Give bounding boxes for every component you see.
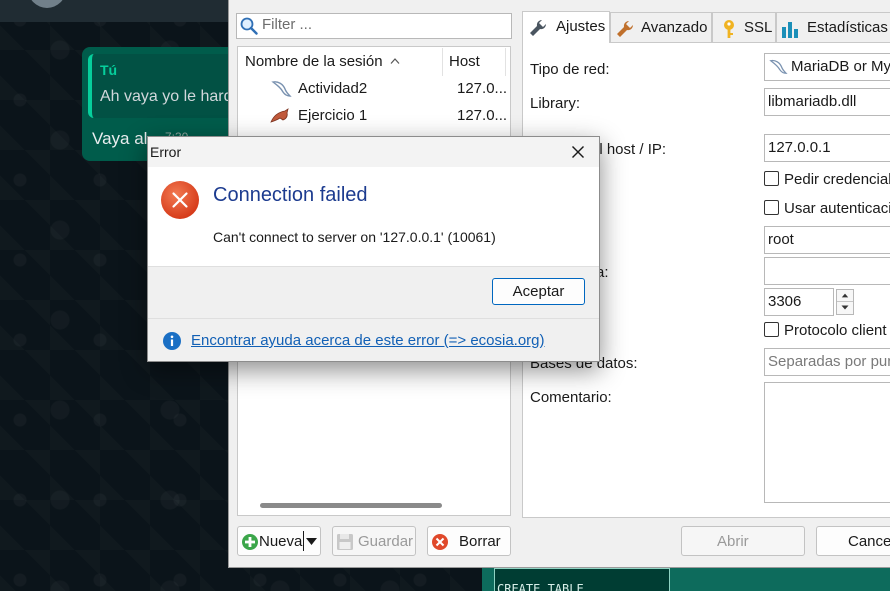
prompt-credentials-checkbox[interactable] bbox=[764, 171, 779, 186]
info-icon bbox=[163, 332, 181, 350]
port-input[interactable]: 3306 bbox=[764, 288, 834, 316]
port-value: 3306 bbox=[768, 293, 802, 310]
new-session-button[interactable]: Nueva bbox=[237, 526, 321, 556]
library-value: libmariadb.dll bbox=[768, 93, 857, 110]
comment-textarea[interactable] bbox=[764, 382, 890, 503]
session-name[interactable]: Ejercicio 1 bbox=[298, 107, 367, 124]
error-message: Can't connect to server on '127.0.0.1' (… bbox=[213, 229, 496, 245]
tab-settings[interactable]: Ajustes bbox=[522, 11, 610, 43]
tab-statistics[interactable]: Estadísticas bbox=[776, 12, 890, 42]
tab-ssl[interactable]: SSL bbox=[712, 12, 776, 42]
chat-message-text: Vaya al bbox=[92, 129, 148, 148]
user-input[interactable]: root bbox=[764, 226, 890, 254]
wrench-icon bbox=[617, 20, 634, 37]
tab-label: Ajustes bbox=[556, 18, 606, 35]
mariadb-dolphin-icon bbox=[271, 81, 292, 97]
dialog-title: Error bbox=[150, 144, 182, 160]
spin-down-icon[interactable] bbox=[837, 302, 853, 314]
spin-up-icon[interactable] bbox=[837, 290, 853, 302]
use-auth-label: Usar autenticacio bbox=[784, 200, 890, 217]
bar-chart-icon bbox=[782, 22, 798, 38]
save-session-label: Guardar bbox=[358, 533, 414, 550]
key-icon bbox=[724, 20, 734, 38]
accept-button[interactable]: Aceptar bbox=[492, 278, 585, 305]
use-auth-checkbox[interactable] bbox=[764, 200, 779, 215]
host-input[interactable]: 127.0.0.1 bbox=[764, 134, 890, 162]
network-type-label: Tipo de red: bbox=[530, 61, 610, 78]
sort-ascending-icon bbox=[390, 58, 400, 64]
search-icon bbox=[240, 17, 258, 35]
tab-advanced[interactable]: Avanzado bbox=[610, 12, 712, 42]
help-link[interactable]: Encontrar ayuda acerca de este error (=>… bbox=[191, 332, 545, 349]
mariadb-dolphin-icon bbox=[769, 59, 788, 74]
password-input[interactable] bbox=[764, 257, 890, 285]
user-value: root bbox=[768, 231, 794, 248]
split-button-divider bbox=[303, 531, 304, 551]
prompt-credentials-label: Pedir credencial bbox=[784, 171, 890, 188]
column-divider[interactable] bbox=[442, 48, 443, 76]
delete-icon bbox=[432, 534, 448, 550]
databases-placeholder: Separadas por pun bbox=[768, 353, 890, 370]
open-session-button[interactable]: Abrir bbox=[681, 526, 805, 556]
session-name[interactable]: Actividad2 bbox=[298, 80, 367, 97]
comment-label: Comentario: bbox=[530, 389, 612, 406]
wrench-icon bbox=[530, 19, 547, 36]
compressed-protocol-checkbox[interactable] bbox=[764, 322, 779, 337]
quoted-message-text: Ah vaya yo le hard bbox=[100, 88, 233, 105]
dialog-titlebar[interactable] bbox=[148, 137, 599, 167]
host-label: el host / IP: bbox=[591, 141, 667, 158]
port-spinner[interactable] bbox=[836, 289, 854, 315]
session-host[interactable]: 127.0... bbox=[457, 107, 507, 124]
add-green-icon bbox=[242, 534, 258, 550]
host-value: 127.0.0.1 bbox=[768, 139, 831, 156]
mysql-dolphin-icon bbox=[270, 108, 289, 123]
session-host[interactable]: 127.0... bbox=[457, 80, 507, 97]
tab-label: SSL bbox=[744, 19, 773, 36]
open-session-label: Abrir bbox=[717, 533, 749, 550]
save-session-button[interactable]: Guardar bbox=[332, 526, 416, 556]
sql-editor-text: CREATE TABLE bbox=[497, 582, 584, 591]
network-type-value: MariaDB or My bbox=[791, 58, 890, 75]
cancel-label: Cancel bbox=[848, 533, 890, 550]
cancel-button[interactable]: Cancel bbox=[816, 526, 890, 556]
error-heading: Connection failed bbox=[213, 184, 368, 206]
column-header-session-name[interactable]: Nombre de la sesión bbox=[245, 48, 383, 76]
quoted-message-author: Tú bbox=[100, 62, 118, 78]
session-filter-placeholder: Filter ... bbox=[262, 16, 313, 33]
tab-label: Estadísticas bbox=[807, 19, 888, 36]
error-icon bbox=[161, 181, 199, 219]
horizontal-scrollbar-thumb[interactable] bbox=[260, 503, 442, 508]
library-label: Library: bbox=[530, 95, 581, 112]
column-divider[interactable] bbox=[505, 48, 506, 76]
floppy-disk-icon bbox=[337, 534, 353, 550]
delete-session-button[interactable]: Borrar bbox=[427, 526, 511, 556]
tab-label: Avanzado bbox=[641, 19, 708, 36]
library-select[interactable]: libmariadb.dll bbox=[764, 88, 890, 116]
delete-session-label: Borrar bbox=[459, 533, 501, 550]
chevron-down-icon[interactable] bbox=[306, 538, 317, 545]
new-session-label: Nueva bbox=[259, 533, 303, 550]
compressed-protocol-label: Protocolo client bbox=[784, 322, 887, 339]
close-icon[interactable] bbox=[566, 140, 590, 164]
databases-input[interactable]: Separadas por pun bbox=[764, 348, 890, 376]
column-header-host[interactable]: Host bbox=[449, 48, 480, 76]
